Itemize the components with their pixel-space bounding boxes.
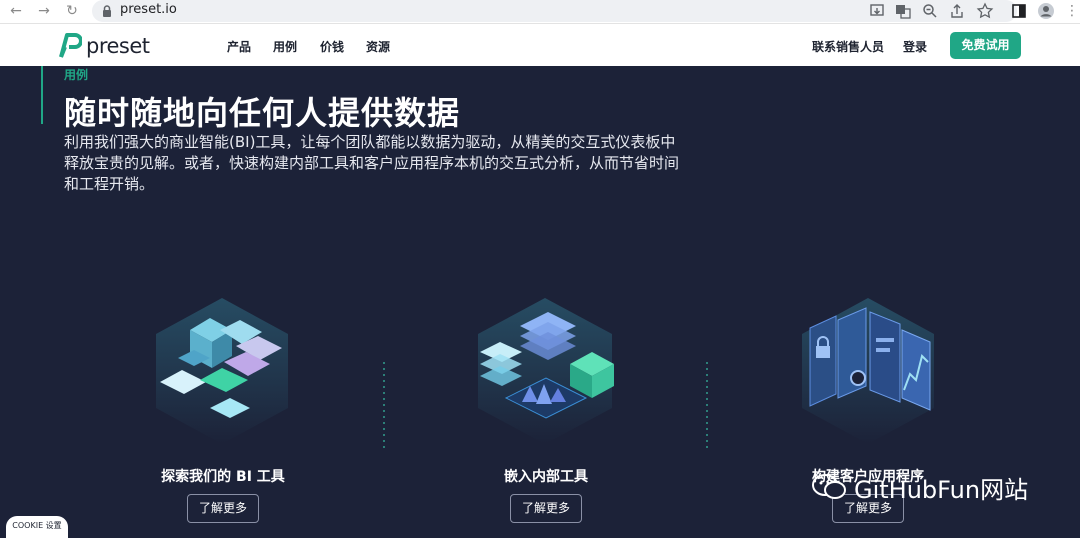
contact-sales-link[interactable]: 联系销售人员	[812, 38, 884, 55]
card-title-embedded-tools: 嵌入内部工具	[504, 469, 588, 485]
learn-more-button-bi-tools[interactable]: 了解更多	[187, 494, 259, 523]
nav-item-resources[interactable]: 资源	[366, 38, 390, 55]
login-link[interactable]: 登录	[903, 38, 927, 55]
share-icon[interactable]	[948, 2, 966, 20]
more-menu-icon[interactable]: ⋮	[1062, 1, 1080, 21]
browser-toolbar: ← → ↻ preset.io ⋮	[0, 0, 1080, 24]
bookmark-star-icon[interactable]	[976, 2, 994, 20]
cookie-settings-button[interactable]: COOKIE 设置	[6, 516, 68, 538]
bi-tools-illustration	[156, 298, 288, 444]
divider-dots	[383, 362, 385, 448]
free-trial-button[interactable]: 免费试用	[950, 32, 1021, 59]
watermark-text: GitHubFun网站	[854, 475, 1029, 504]
section-eyebrow: 用例	[64, 68, 89, 82]
preset-logo-icon	[59, 33, 82, 58]
logo-text: preset	[86, 34, 150, 58]
nav-item-pricing[interactable]: 价钱	[320, 38, 344, 55]
wechat-icon	[812, 474, 846, 499]
preset-logo[interactable]: preset	[58, 33, 150, 59]
profile-avatar-icon[interactable]	[1037, 2, 1055, 20]
side-panel-icon[interactable]	[1010, 2, 1028, 20]
hero-title: 随时随地向任何人提供数据	[64, 94, 461, 132]
reload-icon[interactable]: ↻	[62, 1, 82, 21]
watermark: GitHubFun网站	[812, 472, 1029, 504]
site-header: preset 产品 用例 价钱 资源 联系销售人员 登录 免费试用	[0, 24, 1080, 66]
accent-bar	[41, 66, 43, 124]
lock-icon	[103, 5, 111, 17]
nav-item-use-cases[interactable]: 用例	[273, 38, 297, 55]
hero-description: 利用我们强大的商业智能(BI)工具，让每个团队都能以数据为驱动，从精美的交互式仪…	[64, 133, 680, 193]
translate-icon[interactable]	[894, 2, 912, 20]
customer-apps-illustration	[802, 298, 934, 444]
embedded-tools-illustration	[478, 298, 614, 444]
zoom-icon[interactable]	[921, 2, 939, 20]
divider-dots	[706, 362, 708, 448]
card-title-bi-tools: 探索我们的 BI 工具	[161, 469, 285, 485]
forward-icon[interactable]: →	[34, 1, 54, 21]
nav-item-products[interactable]: 产品	[227, 38, 251, 55]
install-icon[interactable]	[868, 2, 886, 20]
back-icon[interactable]: ←	[6, 1, 26, 21]
url-text: preset.io	[120, 2, 177, 17]
learn-more-button-embedded-tools[interactable]: 了解更多	[510, 494, 582, 523]
